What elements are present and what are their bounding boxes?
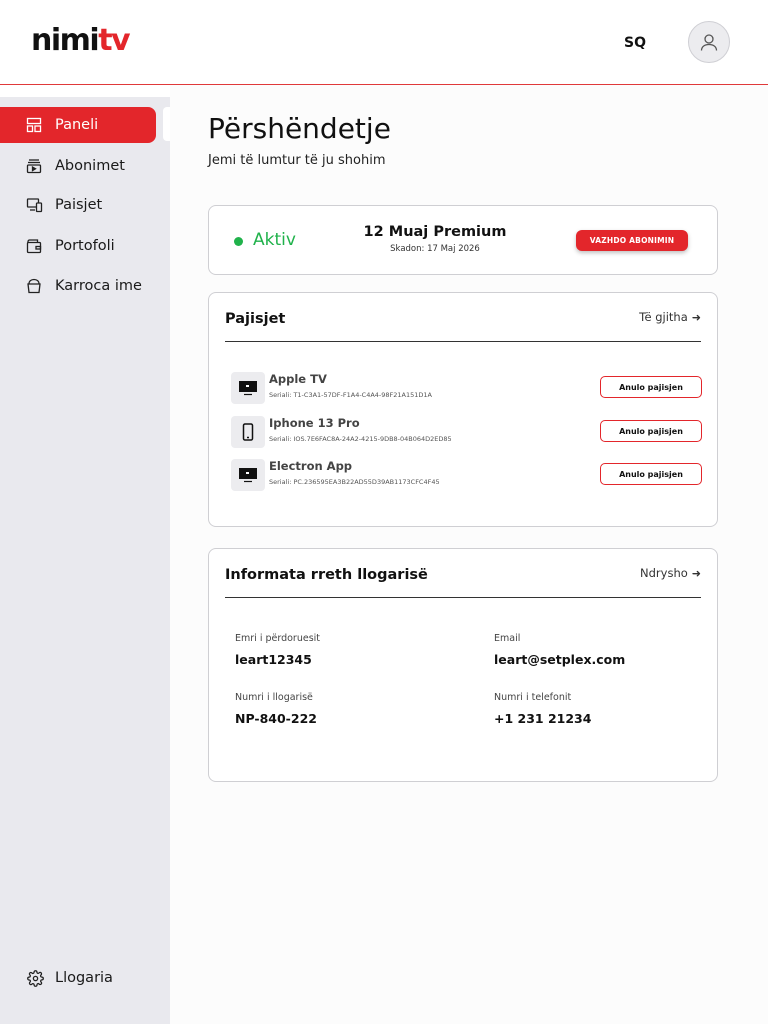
divider (225, 341, 701, 342)
device-serial: Seriali: IOS.7E6FAC8A-24A2-4215-9DB8-04B… (269, 435, 452, 443)
arrow-right-icon: ➜ (691, 566, 701, 580)
gear-icon (26, 969, 44, 987)
list-item: Iphone 13 Pro Seriali: IOS.7E6FAC8A-24A2… (231, 416, 703, 450)
cancel-device-button[interactable]: Anulo pajisjen (600, 463, 702, 485)
top-header: nimitv SQ (0, 0, 768, 85)
cancel-device-button[interactable]: Anulo pajisjen (600, 376, 702, 398)
cart-icon (25, 277, 43, 295)
username-value: leart12345 (235, 652, 312, 667)
account-info-card: Informata rreth llogarisë Ndrysho ➜ Emri … (208, 548, 718, 782)
arrow-right-icon: ➜ (691, 310, 701, 324)
sidebar-item-llogaria[interactable]: Llogaria (26, 969, 113, 987)
email-label: Email (494, 633, 521, 644)
sidebar-item-karroca[interactable]: Karroca ime (0, 268, 156, 304)
sidebar-item-label: Paisjet (55, 197, 103, 213)
view-all-devices-link[interactable]: Të gjitha ➜ (639, 310, 701, 324)
sidebar-item-label: Llogaria (55, 970, 113, 986)
sidebar-item-label: Karroca ime (55, 278, 142, 294)
device-name: Iphone 13 Pro (269, 416, 360, 430)
plan-name: 12 Muaj Premium (363, 224, 507, 240)
wallet-icon (25, 237, 43, 255)
status-dot (234, 237, 243, 246)
plan-expiry: Skadon: 17 Maj 2026 (390, 244, 480, 254)
sidebar-top-strip (0, 85, 170, 97)
sidebar-item-paneli[interactable]: Paneli (0, 107, 156, 143)
phone-label: Numri i telefonit (494, 692, 572, 703)
subscription-status-card: Aktiv 12 Muaj Premium Skadon: 17 Maj 202… (208, 205, 718, 275)
avatar[interactable] (688, 21, 730, 63)
account-number-label: Numri i llogarisë (235, 692, 313, 703)
edit-account-link[interactable]: Ndrysho ➜ (640, 566, 701, 580)
divider (225, 597, 701, 598)
email-value: leart@setplex.com (494, 652, 626, 667)
device-serial: Seriali: T1-C3A1-57DF-F1A4-C4A4-98F21A15… (269, 391, 432, 399)
sidebar-item-paisjet[interactable]: Paisjet (0, 187, 156, 223)
device-name: Apple TV (269, 372, 327, 386)
devices-card: Pajisjet Të gjitha ➜ Apple TV Seriali: T1… (208, 292, 718, 527)
dashboard-icon (25, 116, 43, 134)
device-serial: Seriali: PC.236595EA3B22AD55D39AB1173CFC… (269, 478, 440, 486)
tv-icon (231, 372, 265, 404)
sidebar-item-abonimet[interactable]: Abonimet (0, 148, 156, 184)
sidebar-item-portofoli[interactable]: Portofoli (0, 228, 156, 264)
list-item: Electron App Seriali: PC.236595EA3B22AD5… (231, 459, 703, 493)
nimitv-logo[interactable]: nimitv (31, 26, 131, 56)
subscriptions-icon (25, 157, 43, 175)
devices-icon (25, 196, 43, 214)
sidebar (0, 86, 170, 1024)
continue-subscription-button[interactable]: VAZHDO ABONIMIN (576, 230, 688, 251)
phone-value: +1 231 21234 (494, 711, 592, 726)
devices-title: Pajisjet (225, 311, 286, 327)
page-subtitle: Jemi të lumtur të ju shohim (208, 153, 386, 168)
user-icon (700, 34, 718, 51)
sidebar-item-label: Abonimet (55, 158, 125, 174)
device-name: Electron App (269, 459, 353, 473)
username-label: Emri i përdoruesit (235, 633, 321, 644)
sidebar-item-label: Portofoli (55, 238, 115, 254)
account-info-title: Informata rreth llogarisë (225, 567, 428, 583)
phone-icon (231, 416, 265, 448)
page-title: Përshëndetje (208, 112, 391, 145)
language-selector[interactable]: SQ (624, 35, 646, 51)
list-item: Apple TV Seriali: T1-C3A1-57DF-F1A4-C4A4… (231, 372, 703, 406)
active-indicator (163, 107, 170, 141)
status-text: Aktiv (253, 230, 296, 250)
cancel-device-button[interactable]: Anulo pajisjen (600, 420, 702, 442)
sidebar-item-label: Paneli (55, 117, 99, 133)
tv-icon (231, 459, 265, 491)
account-number-value: NP-840-222 (235, 711, 317, 726)
